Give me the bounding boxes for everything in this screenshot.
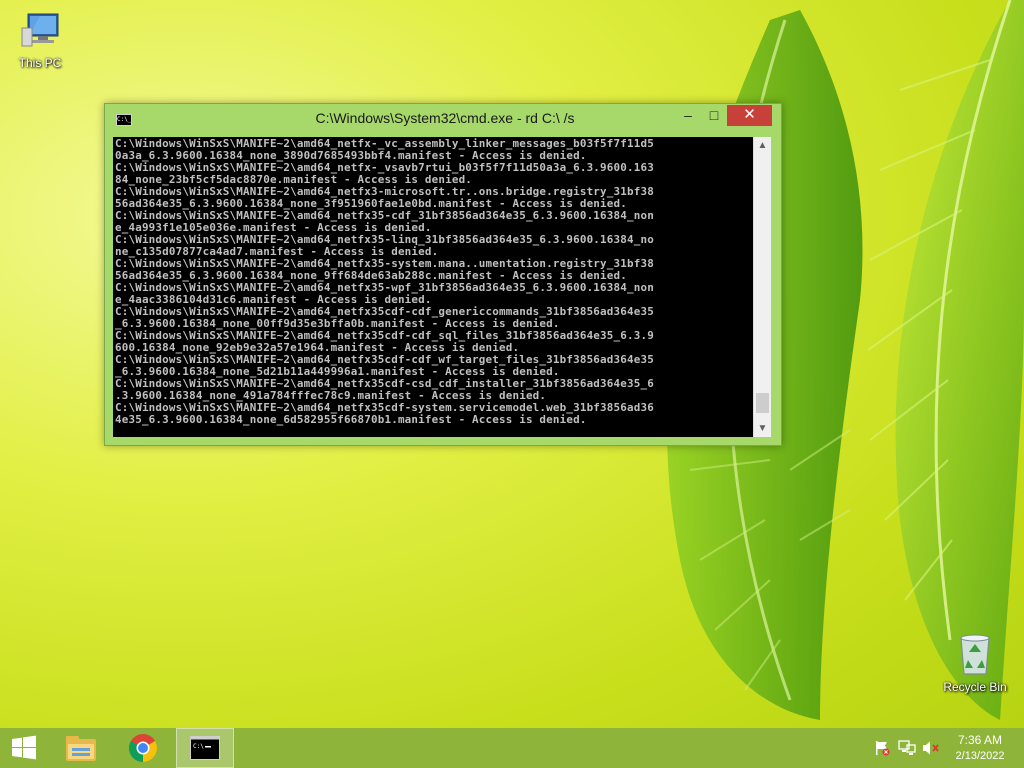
- start-button[interactable]: [0, 728, 48, 768]
- computer-icon: [21, 13, 59, 47]
- taskbar-command-prompt[interactable]: C:\: [176, 728, 234, 768]
- desktop-icon-this-pc[interactable]: This PC: [2, 10, 78, 70]
- volume-muted-icon[interactable]: [922, 740, 940, 756]
- taskbar: C:\ 7:36 AM 2/13/2022: [0, 728, 1024, 768]
- svg-text:C:\: C:\: [193, 743, 204, 750]
- start-icon: [12, 735, 36, 760]
- network-icon[interactable]: [898, 740, 916, 756]
- desktop-icon-label: This PC: [18, 56, 62, 70]
- console-text: C:\Windows\WinSxS\MANIFE~2\amd64_netfx-_…: [115, 137, 654, 426]
- command-prompt-icon: C:\: [190, 736, 220, 760]
- cmd-icon[interactable]: C:\_: [116, 114, 132, 126]
- maximize-button[interactable]: □: [701, 105, 727, 126]
- scroll-up-arrow-icon[interactable]: ▲: [754, 137, 771, 154]
- action-center-flag-icon[interactable]: [873, 740, 891, 756]
- system-clock[interactable]: 7:36 AM 2/13/2022: [944, 732, 1016, 764]
- window-title: C:\Windows\System32\cmd.exe - rd C:\ /s: [315, 110, 575, 126]
- clock-time: 7:36 AM: [957, 733, 1003, 747]
- title-bar[interactable]: C:\_ C:\Windows\System32\cmd.exe - rd C:…: [105, 104, 781, 134]
- minimize-button[interactable]: –: [675, 105, 701, 126]
- file-explorer-icon: [66, 736, 96, 761]
- desktop: This PC Recycle Bin C:\_ C:\Windows\Syst…: [0, 0, 1024, 768]
- clock-date: 2/13/2022: [955, 750, 1005, 762]
- scrollbar-thumb[interactable]: [756, 392, 769, 413]
- vertical-scrollbar[interactable]: ▲ ▼: [753, 137, 771, 437]
- desktop-icon-label: Recycle Bin: [943, 680, 1007, 694]
- console-output[interactable]: C:\Windows\WinSxS\MANIFE~2\amd64_netfx-_…: [113, 137, 753, 437]
- close-button[interactable]: ✕: [727, 105, 772, 126]
- cmd-window[interactable]: C:\_ C:\Windows\System32\cmd.exe - rd C:…: [104, 103, 782, 446]
- recycle-bin-icon: [960, 634, 990, 675]
- taskbar-file-explorer[interactable]: [52, 728, 110, 768]
- desktop-icon-recycle-bin[interactable]: Recycle Bin: [937, 630, 1013, 694]
- taskbar-chrome[interactable]: [114, 728, 172, 768]
- chrome-icon: [129, 734, 157, 762]
- scroll-down-arrow-icon[interactable]: ▼: [754, 420, 771, 437]
